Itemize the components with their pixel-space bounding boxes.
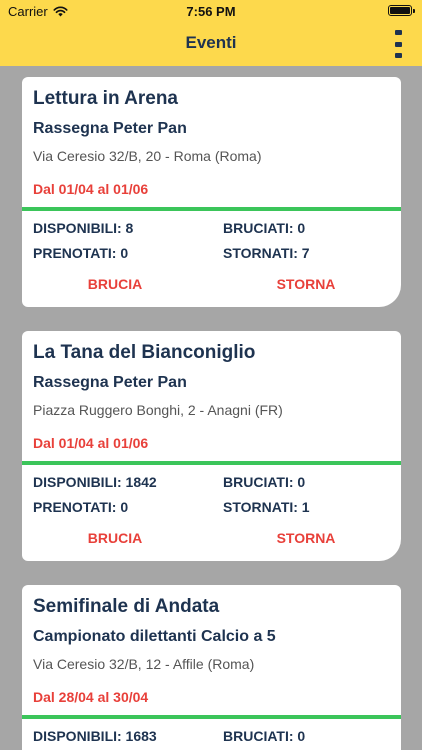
event-title: Lettura in Arena: [33, 88, 178, 109]
event-card[interactable]: Lettura in Arena Rassegna Peter Pan Via …: [22, 77, 401, 307]
app-header: Carrier 7:56 PM Eventi: [0, 0, 422, 66]
event-subtitle: Rassegna Peter Pan: [33, 374, 187, 391]
brucia-button[interactable]: BRUCIA: [60, 530, 170, 546]
battery-fill: [390, 7, 410, 14]
stat-disponibili: DISPONIBILI: 1683: [33, 728, 157, 744]
page-title: Eventi: [185, 33, 237, 52]
event-dates: Dal 01/04 al 01/06: [33, 435, 149, 451]
menu-dot-icon: [394, 41, 402, 47]
status-time: 7:56 PM: [186, 4, 236, 19]
brucia-button[interactable]: BRUCIA: [60, 276, 170, 292]
event-card[interactable]: La Tana del Bianconiglio Rassegna Peter …: [22, 331, 401, 561]
menu-dot-icon: [394, 30, 402, 35]
event-address: Piazza Ruggero Bonghi, 2 - Anagni (FR): [33, 402, 283, 418]
battery-icon: [388, 5, 415, 16]
storna-button[interactable]: STORNA: [251, 276, 361, 292]
stat-disponibili: DISPONIBILI: 8: [33, 220, 134, 236]
event-dates: Dal 28/04 al 30/04: [33, 689, 149, 705]
stat-stornati: STORNATI: 7: [223, 245, 310, 261]
stat-disponibili: DISPONIBILI: 1842: [33, 474, 157, 490]
card-divider: [22, 461, 401, 465]
card-divider: [22, 715, 401, 719]
card-divider: [22, 207, 401, 211]
event-subtitle: Campionato dilettanti Calcio a 5: [33, 628, 276, 645]
event-card[interactable]: Semifinale di Andata Campionato dilettan…: [22, 585, 401, 750]
event-title: La Tana del Bianconiglio: [33, 342, 256, 363]
stat-bruciati: BRUCIATI: 0: [223, 220, 306, 236]
stat-stornati: STORNATI: 1: [223, 499, 310, 515]
stat-prenotati: PRENOTATI: 0: [33, 245, 129, 261]
event-subtitle: Rassegna Peter Pan: [33, 120, 187, 137]
stat-prenotati: PRENOTATI: 0: [33, 499, 129, 515]
menu-button[interactable]: [393, 30, 403, 58]
stat-bruciati: BRUCIATI: 0: [223, 474, 306, 490]
event-dates: Dal 01/04 al 01/06: [33, 181, 149, 197]
stat-bruciati: BRUCIATI: 0: [223, 728, 306, 744]
storna-button[interactable]: STORNA: [251, 530, 361, 546]
event-title: Semifinale di Andata: [33, 596, 220, 617]
event-address: Via Ceresio 32/B, 12 - Affile (Roma): [33, 656, 255, 672]
event-address: Via Ceresio 32/B, 20 - Roma (Roma): [33, 148, 262, 164]
menu-dot-icon: [394, 53, 402, 58]
status-bar: Carrier 7:56 PM: [0, 0, 422, 22]
